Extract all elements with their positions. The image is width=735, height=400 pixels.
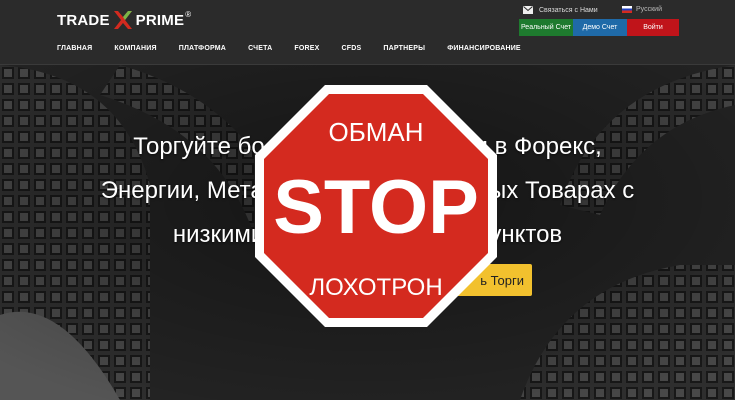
stop-sign-bottom-text: ЛОХОТРОН bbox=[309, 274, 442, 301]
nav-item-funding[interactable]: ФИНАНСИРОВАНИЕ bbox=[447, 45, 521, 52]
login-button[interactable]: Войти bbox=[627, 19, 679, 36]
envelope-icon bbox=[523, 6, 533, 14]
nav-item-home[interactable]: ГЛАВНАЯ bbox=[57, 45, 92, 52]
nav-item-forex[interactable]: FOREX bbox=[294, 45, 319, 52]
demo-account-button[interactable]: Демо Счет bbox=[573, 19, 627, 36]
x-logo-icon bbox=[113, 11, 132, 29]
brand-right: PRIME bbox=[135, 11, 185, 29]
nav-item-platform[interactable]: ПЛАТФОРМА bbox=[179, 45, 226, 52]
contact-link[interactable]: Связаться с Нами bbox=[523, 6, 598, 14]
nav-item-accounts[interactable]: СЧЕТА bbox=[248, 45, 272, 52]
stop-sign-top-text: ОБМАН bbox=[328, 117, 423, 147]
contact-label: Связаться с Нами bbox=[539, 6, 598, 14]
language-label: Русский bbox=[636, 6, 662, 13]
russia-flag-icon bbox=[622, 6, 632, 13]
site-header: TRADE PRIME ® ГЛАВНАЯ КОМПАНИЯ ПЛАТФОРМА… bbox=[0, 0, 735, 65]
stop-sign: ОБМАН STOP ЛОХОТРОН bbox=[255, 85, 497, 327]
language-selector[interactable]: Русский bbox=[622, 6, 662, 13]
main-nav: ГЛАВНАЯ КОМПАНИЯ ПЛАТФОРМА СЧЕТА FOREX C… bbox=[57, 45, 543, 52]
nav-item-partners[interactable]: ПАРТНЕРЫ bbox=[383, 45, 425, 52]
brand-left: TRADE bbox=[57, 11, 110, 29]
registered-mark: ® bbox=[185, 9, 192, 19]
real-account-button[interactable]: Реальный Счет bbox=[519, 19, 573, 36]
nav-item-cfds[interactable]: CFDS bbox=[342, 45, 362, 52]
brand-logo[interactable]: TRADE PRIME ® bbox=[57, 9, 191, 31]
stop-sign-main-text: STOP bbox=[273, 165, 479, 250]
nav-item-company[interactable]: КОМПАНИЯ bbox=[114, 45, 156, 52]
